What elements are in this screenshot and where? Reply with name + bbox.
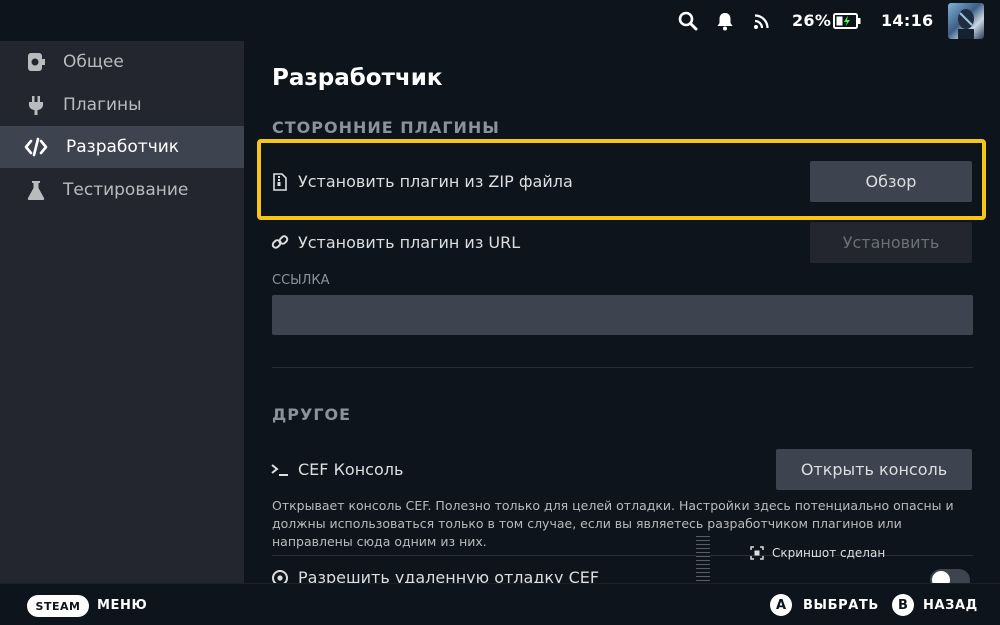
select-label[interactable]: ВЫБРАТЬ — [803, 584, 879, 625]
cef-console-description: Открывает консоль CEF. Полезно только дл… — [272, 498, 954, 549]
install-url-label: Установить плагин из URL — [298, 233, 521, 252]
search-icon[interactable] — [678, 0, 698, 41]
plug-icon — [24, 93, 48, 117]
sidebar-item-general[interactable]: Общее — [0, 41, 244, 83]
zip-file-icon — [271, 173, 289, 191]
flask-icon — [24, 178, 48, 202]
sidebar-item-label: Разработчик — [66, 137, 180, 157]
bottom-bar: STEAM МЕНЮ A ВЫБРАТЬ B НАЗАД — [0, 583, 1000, 625]
screenshot-toast-text: Скриншот сделан — [772, 546, 886, 560]
install-zip-label: Установить плагин из ZIP файла — [298, 172, 573, 191]
battery-percent: 26% — [792, 11, 832, 30]
general-icon — [24, 50, 48, 74]
menu-label[interactable]: МЕНЮ — [97, 584, 147, 625]
a-button-glyph: A — [770, 594, 792, 616]
avatar[interactable] — [948, 3, 984, 39]
screenshot-toast: Скриншот сделан — [750, 546, 885, 560]
steam-button[interactable]: STEAM — [27, 595, 89, 617]
sidebar: Общее Плагины Разработчик Тестирование — [0, 41, 244, 583]
status-bar: 26% 14:16 — [0, 0, 1000, 41]
section-title-third-party: СТОРОННИЕ ПЛАГИНЫ — [272, 118, 500, 137]
install-button[interactable]: Установить — [810, 222, 972, 263]
cef-console-label: CEF Консоль — [298, 460, 404, 479]
browse-button[interactable]: Обзор — [810, 161, 972, 202]
sidebar-item-developer[interactable]: Разработчик — [0, 126, 244, 168]
chrome-icon — [271, 569, 289, 583]
bell-icon[interactable] — [716, 0, 734, 41]
back-label[interactable]: НАЗАД — [923, 584, 978, 625]
main-panel: Разработчик СТОРОННИЕ ПЛАГИНЫ Установить… — [244, 41, 1000, 583]
screenshot-icon — [750, 546, 764, 560]
sidebar-item-testing[interactable]: Тестирование — [0, 169, 244, 211]
link-icon — [271, 233, 289, 251]
sidebar-item-label: Общее — [63, 52, 124, 72]
page-title: Разработчик — [272, 65, 443, 91]
remote-debug-toggle[interactable] — [930, 569, 970, 583]
divider — [272, 367, 973, 368]
sidebar-item-label: Тестирование — [63, 180, 189, 200]
terminal-icon — [271, 461, 289, 479]
clock: 14:16 — [881, 11, 934, 30]
toggle-knob — [932, 571, 950, 583]
wifi-icon[interactable] — [753, 0, 771, 41]
b-button-glyph: B — [892, 594, 914, 616]
link-field-label: ССЫЛКА — [272, 273, 330, 288]
battery-charging-icon — [833, 0, 861, 41]
sidebar-item-plugins[interactable]: Плагины — [0, 84, 244, 126]
code-icon — [24, 135, 48, 159]
link-input[interactable] — [272, 295, 973, 335]
remote-debug-label: Разрешить удаленную отладку CEF — [298, 568, 600, 583]
sidebar-item-label: Плагины — [63, 95, 142, 115]
section-title-other: ДРУГОЕ — [272, 405, 352, 424]
open-console-button[interactable]: Открыть консоль — [776, 449, 972, 490]
screenshot-thumbnail — [696, 533, 710, 581]
